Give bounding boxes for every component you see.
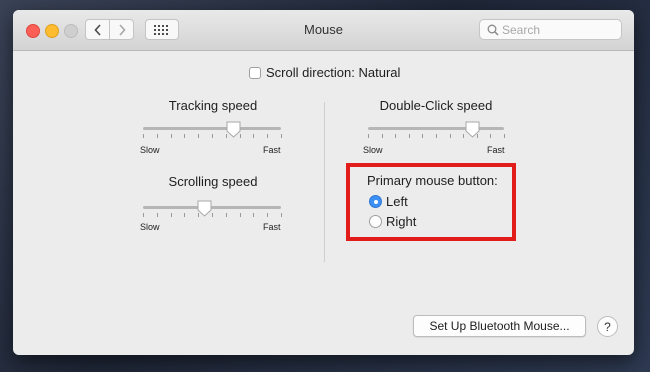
radio-right-label: Right [386,214,417,229]
slider-tick [463,134,465,138]
slider-tick [490,134,492,138]
radio-right-option[interactable]: Right [369,214,416,229]
slider-tick [212,213,213,217]
slider-tick [253,134,255,138]
slider-tick [239,134,241,138]
radio-left-label: Left [386,194,408,209]
slider-tick [156,213,158,217]
slider-tick [184,213,186,217]
slider-tick [395,134,397,138]
slider-tick [212,134,213,138]
slider-tick [225,134,227,138]
scrolling-speed-track[interactable] [143,206,281,209]
setup-bluetooth-mouse-button[interactable]: Set Up Bluetooth Mouse... [413,315,586,337]
slider-tick [381,134,383,138]
tracking-speed-max-label: Fast [263,145,281,155]
slider-tick [449,134,451,138]
scrolling-speed-label: Scrolling speed [168,174,258,189]
double-click-speed-min-label: Slow [363,145,383,155]
tracking-speed-track[interactable] [143,127,281,130]
slider-tick [239,213,241,217]
slider-tick [422,134,424,138]
slider-tick [504,134,505,138]
slider-tick [156,134,158,138]
slider-tick [368,134,369,138]
slider-tick [198,134,200,138]
slider-tick [225,213,227,217]
scrolling-speed-knob[interactable] [197,200,212,217]
scroll-direction-checkbox[interactable] [249,66,261,79]
tracking-speed-min-label: Slow [140,145,160,155]
slider-tick [170,213,172,217]
double-click-speed-label: Double-Click speed [379,98,493,113]
scrolling-speed-max-label: Fast [263,222,281,232]
double-click-speed-max-label: Fast [487,145,505,155]
slider-tick [170,134,172,138]
primary-button-label: Primary mouse button: [367,173,498,188]
slider-tick [267,213,269,217]
slider-tick [408,134,410,138]
slider-tick [267,134,269,138]
slider-tick [281,134,282,138]
slider-tick [436,134,437,138]
radio-left[interactable] [369,195,382,208]
slider-tick [198,213,200,217]
double-click-speed-track[interactable] [368,127,504,130]
slider-tick [143,134,144,138]
slider-tick [143,213,144,217]
search-input[interactable] [502,22,614,37]
slider-tick [476,134,478,138]
tracking-speed-label: Tracking speed [168,98,258,113]
mouse-preferences-window: Mouse Scroll direction: Natural Tracking… [13,10,634,355]
search-field[interactable] [479,19,622,40]
scroll-direction-label: Scroll direction: Natural [266,65,401,80]
scroll-direction-row[interactable]: Scroll direction: Natural [249,65,400,80]
title-bar: Mouse [13,10,634,51]
radio-left-option[interactable]: Left [369,194,408,209]
search-icon [487,24,499,36]
slider-tick [281,213,282,217]
slider-tick [184,134,186,138]
column-divider [324,102,325,262]
help-button[interactable]: ? [597,316,618,337]
slider-tick [253,213,255,217]
radio-right[interactable] [369,215,382,228]
scrolling-speed-min-label: Slow [140,222,160,232]
